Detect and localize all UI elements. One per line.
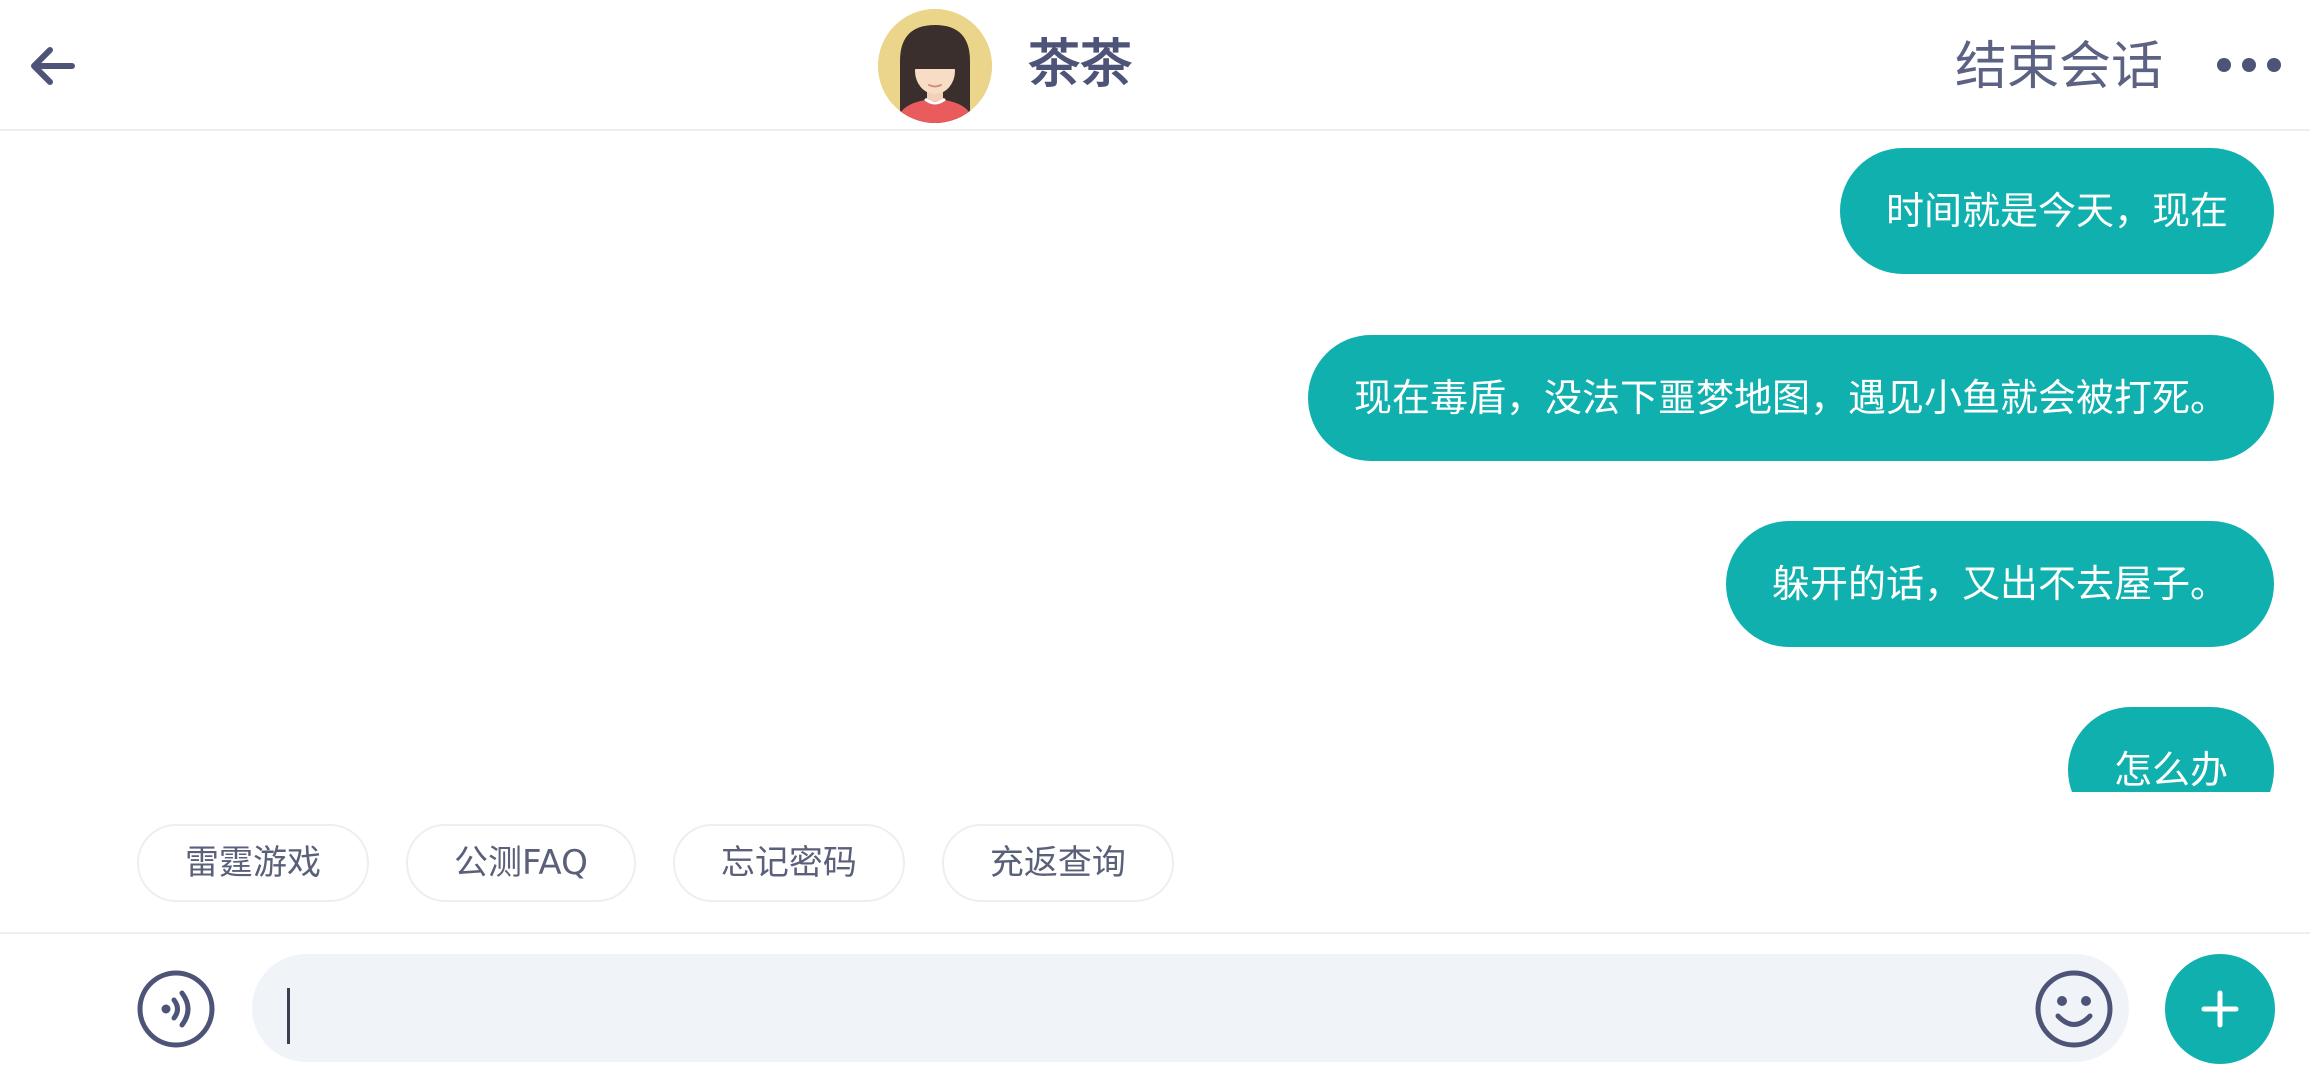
agent-avatar xyxy=(878,9,992,123)
quick-reply-chip[interactable]: 充返查询 xyxy=(941,824,1174,902)
user-message-bubble: 现在毒盾，没法下噩梦地图，遇见小鱼就会被打死。 xyxy=(1307,335,2274,461)
voice-icon xyxy=(137,970,215,1048)
chat-header: 茶茶 结束会话 xyxy=(0,0,2310,131)
text-caret xyxy=(287,988,290,1044)
back-button[interactable] xyxy=(22,38,82,94)
quick-reply-chip[interactable]: 忘记密码 xyxy=(672,824,905,902)
message-row: 时间就是今天，现在 xyxy=(1839,148,2274,274)
message-row: 躲开的话，又出不去屋子。 xyxy=(1725,521,2274,647)
more-button[interactable] xyxy=(2212,40,2286,90)
add-attachment-button[interactable] xyxy=(2165,954,2275,1064)
quick-reply-chip[interactable]: 公测FAQ xyxy=(406,824,636,902)
input-bar xyxy=(0,932,2310,1080)
more-dots-icon xyxy=(2217,58,2281,72)
emoji-icon xyxy=(2035,970,2113,1048)
quick-reply-bar: 雷霆游戏 公测FAQ 忘记密码 充返查询 xyxy=(137,824,1211,904)
emoji-button[interactable] xyxy=(2034,969,2114,1049)
girl-avatar-icon xyxy=(878,9,992,123)
quick-reply-chip[interactable]: 雷霆游戏 xyxy=(137,824,369,902)
message-row: 怎么办 xyxy=(2067,707,2274,792)
chat-screen: 茶茶 结束会话 时间就是今天，现在 现在毒盾，没法下噩梦地图，遇见小鱼就会被打死… xyxy=(0,0,2310,1080)
user-message-bubble: 躲开的话，又出不去屋子。 xyxy=(1725,521,2274,647)
agent-name: 茶茶 xyxy=(1028,35,1133,95)
message-list[interactable]: 时间就是今天，现在 现在毒盾，没法下噩梦地图，遇见小鱼就会被打死。 躲开的话，又… xyxy=(0,133,2310,792)
user-message-bubble: 怎么办 xyxy=(2067,707,2274,792)
user-message-bubble: 时间就是今天，现在 xyxy=(1839,148,2274,274)
back-arrow-icon xyxy=(31,47,75,85)
message-row: 现在毒盾，没法下噩梦地图，遇见小鱼就会被打死。 xyxy=(1307,335,2274,461)
voice-button[interactable] xyxy=(136,969,216,1049)
plus-icon xyxy=(2201,990,2239,1028)
message-input[interactable] xyxy=(252,954,2129,1062)
end-session-button[interactable]: 结束会话 xyxy=(1955,36,2163,98)
